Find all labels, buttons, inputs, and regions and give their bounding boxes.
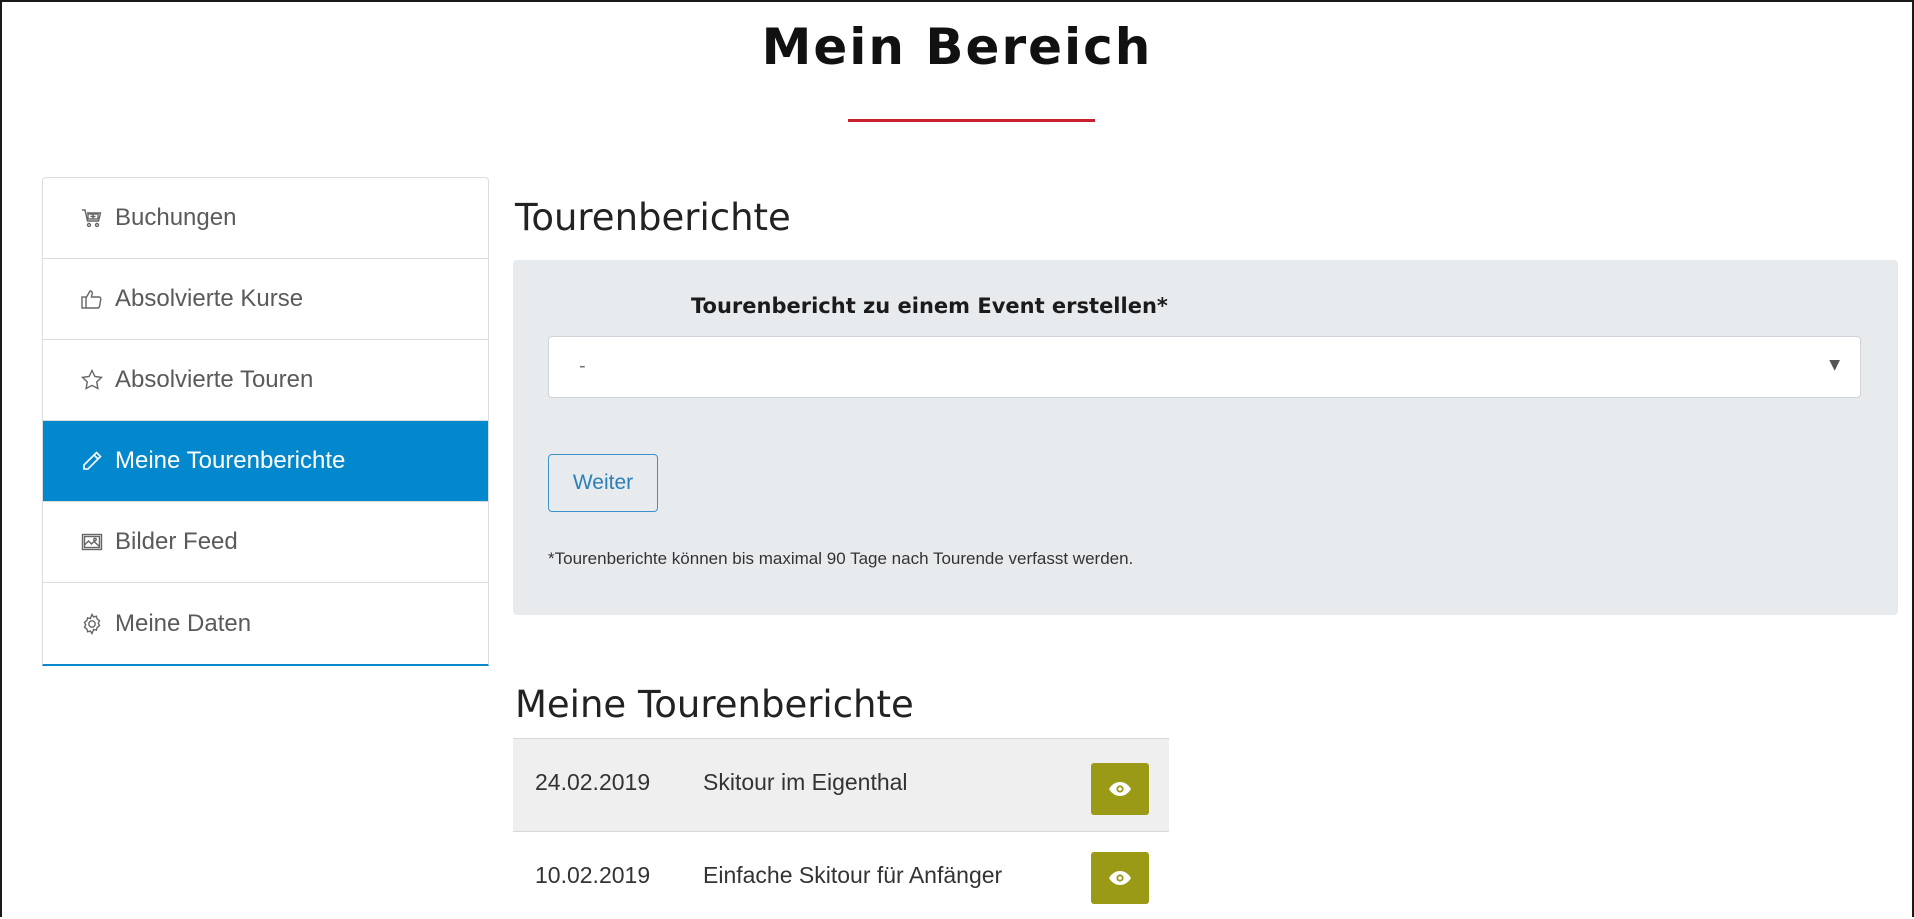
sidebar-item-label: Absolvierte Touren	[115, 366, 314, 393]
event-select-label: Tourenbericht zu einem Event erstellen*	[691, 294, 1168, 318]
weiter-button[interactable]: Weiter	[548, 454, 658, 512]
report-date: 24.02.2019	[535, 769, 651, 795]
sidebar-item-absolvierte-kurse[interactable]: Absolvierte Kurse	[43, 259, 488, 340]
chevron-down-icon: ▼	[1829, 357, 1840, 373]
account-sidebar: Buchungen Absolvierte Kurse Absolvierte …	[42, 177, 489, 666]
reports-list: 24.02.2019 Skitour im Eigenthal 10.02.20…	[513, 738, 1169, 919]
form-note: *Tourenberichte können bis maximal 90 Ta…	[548, 549, 1134, 568]
page-title: Mein Bereich	[761, 18, 1153, 76]
gear-icon	[79, 611, 105, 637]
event-select[interactable]: - ▼	[548, 336, 1861, 398]
title-underline	[848, 119, 1095, 122]
eye-icon	[1109, 782, 1131, 796]
thumbs-up-icon	[79, 286, 105, 312]
image-icon	[79, 529, 105, 555]
pencil-icon	[79, 448, 105, 474]
sidebar-item-label: Meine Daten	[115, 609, 252, 637]
sidebar-item-label: Buchungen	[115, 204, 237, 231]
eye-icon	[1109, 871, 1131, 885]
cart-icon	[79, 205, 105, 231]
report-title: Einfache Skitour für Anfänger	[703, 862, 1003, 888]
list-item: 24.02.2019 Skitour im Eigenthal	[513, 738, 1169, 831]
tourenberichte-heading: Tourenberichte	[515, 196, 791, 239]
sidebar-item-label: Meine Tourenberichte	[115, 447, 346, 474]
sidebar-item-buchungen[interactable]: Buchungen	[43, 178, 488, 259]
create-report-form: Tourenbericht zu einem Event erstellen* …	[513, 260, 1898, 615]
sidebar-item-label: Absolvierte Kurse	[115, 285, 304, 312]
list-item: 10.02.2019 Einfache Skitour für Anfänger	[513, 831, 1169, 919]
sidebar-item-meine-tourenberichte[interactable]: Meine Tourenberichte	[43, 421, 488, 502]
event-select-value: -	[579, 355, 586, 377]
meine-tourenberichte-heading: Meine Tourenberichte	[515, 683, 914, 726]
star-icon	[79, 367, 105, 393]
sidebar-item-meine-daten[interactable]: Meine Daten	[43, 583, 488, 664]
sidebar-item-absolvierte-touren[interactable]: Absolvierte Touren	[43, 340, 488, 421]
view-report-button[interactable]	[1091, 763, 1149, 815]
sidebar-item-bilder-feed[interactable]: Bilder Feed	[43, 502, 488, 583]
report-date: 10.02.2019	[535, 862, 651, 888]
view-report-button[interactable]	[1091, 852, 1149, 904]
report-title: Skitour im Eigenthal	[703, 769, 908, 795]
sidebar-item-label: Bilder Feed	[115, 528, 238, 555]
